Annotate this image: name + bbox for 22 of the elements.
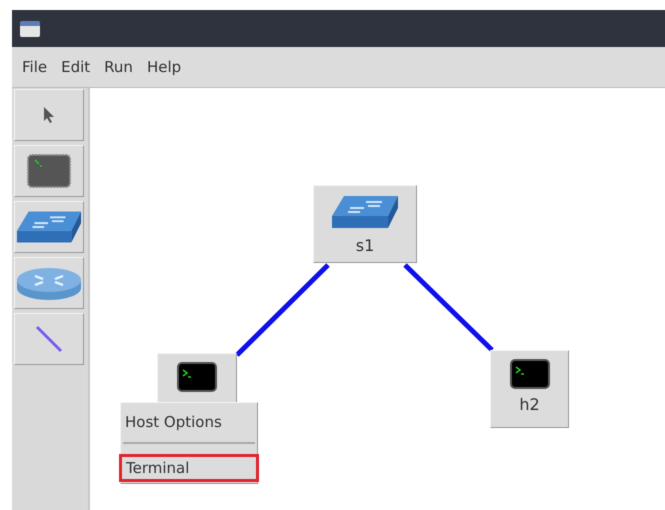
app-window-icon	[20, 20, 40, 36]
tool-button[interactable]	[14, 257, 84, 309]
menu-item[interactable]: Terminal	[119, 454, 259, 482]
menu-item[interactable]: Run	[104, 56, 133, 78]
menu-item[interactable]: Help	[146, 56, 182, 78]
switch-icon	[15, 209, 83, 245]
menu-item[interactable]: Host Options	[121, 404, 257, 440]
tool-button[interactable]	[14, 145, 84, 197]
node-label: h2	[519, 394, 540, 416]
terminal-icon	[27, 154, 71, 188]
terminal-icon	[510, 359, 550, 389]
terminal-icon	[177, 362, 217, 392]
link-line-icon	[35, 325, 63, 353]
node-label: s1	[356, 235, 374, 257]
pointer-icon	[43, 106, 55, 124]
tool-button[interactable]	[14, 201, 84, 253]
host-node[interactable]: h2	[490, 350, 569, 428]
tool-button[interactable]	[14, 313, 84, 365]
menu-item[interactable]: Edit	[61, 56, 90, 78]
switch-node[interactable]: s1	[313, 185, 417, 263]
menu-item[interactable]: File	[22, 56, 48, 78]
switch-icon	[330, 194, 400, 230]
